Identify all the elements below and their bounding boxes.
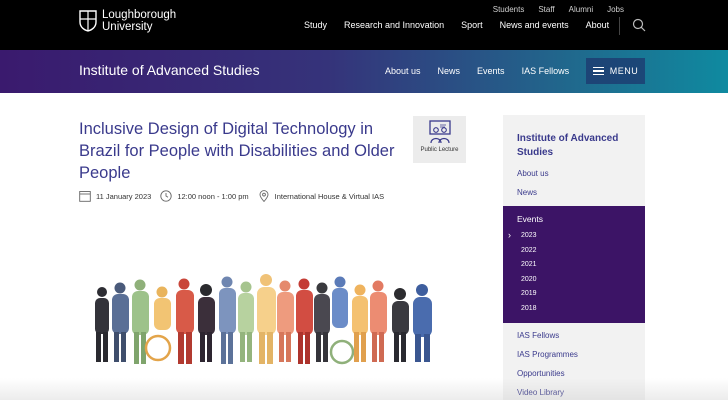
- person-figure-10: [277, 280, 294, 362]
- event-meta: 11 January 2023 12:00 noon - 1:00 pm Int…: [79, 190, 393, 202]
- lecture-icon: [428, 120, 451, 144]
- person-figure-6: [198, 284, 215, 362]
- sidebar-year-2023[interactable]: 2023: [521, 232, 537, 239]
- sidebar-year-2022[interactable]: 2022: [521, 247, 537, 254]
- utility-link-alumni[interactable]: Alumni: [569, 5, 593, 14]
- event-time-text: 12:00 noon - 1:00 pm: [177, 191, 249, 201]
- sidebar-item-ias-programmes[interactable]: IAS Programmes: [517, 350, 578, 359]
- shield-icon: [79, 10, 97, 32]
- utility-link-staff[interactable]: Staff: [538, 5, 554, 14]
- event-date: 11 January 2023: [79, 190, 151, 202]
- event-type-badge: Public Lecture: [413, 116, 466, 163]
- search-icon[interactable]: [632, 18, 646, 32]
- section-sidebar: Institute of Advanced Studies About us N…: [503, 115, 645, 400]
- menu-label: MENU: [609, 66, 639, 76]
- sidebar-events-group: Events › 2023 2022 2021 2020 2019 2018: [503, 206, 645, 323]
- person-figure-15: [370, 280, 387, 362]
- sidebar-item-about-us[interactable]: About us: [517, 169, 549, 178]
- section-nav-events[interactable]: Events: [477, 66, 505, 76]
- sidebar-year-2018[interactable]: 2018: [521, 305, 537, 312]
- person-figure-16: [392, 288, 409, 362]
- person-figure-13: [329, 276, 355, 365]
- location-pin-icon: [259, 190, 269, 202]
- chevron-right-icon: ›: [508, 230, 511, 240]
- nav-news-and-events[interactable]: News and events: [500, 20, 569, 30]
- menu-button[interactable]: MENU: [586, 58, 645, 84]
- sidebar-title[interactable]: Institute of Advanced Studies: [517, 132, 637, 160]
- nav-sport[interactable]: Sport: [461, 20, 483, 30]
- person-figure-17: [413, 284, 432, 362]
- person-figure-14: [352, 284, 368, 362]
- nav-research-and-innovation[interactable]: Research and Innovation: [344, 20, 444, 30]
- badge-label: Public Lecture: [420, 147, 459, 153]
- sidebar-item-opportunities[interactable]: Opportunities: [517, 369, 565, 378]
- hamburger-icon: [592, 67, 604, 75]
- utility-link-students[interactable]: Students: [493, 5, 525, 14]
- event-time: 12:00 noon - 1:00 pm: [160, 190, 249, 202]
- section-navigation: About us News Events IAS Fellows: [385, 66, 586, 76]
- person-figure-9: [257, 274, 276, 364]
- university-logo[interactable]: Loughborough University: [79, 9, 176, 33]
- logo-line-1: Loughborough: [102, 9, 177, 21]
- sidebar-year-2020[interactable]: 2020: [521, 276, 537, 283]
- person-figure-7: [219, 276, 236, 364]
- person-figure-2: [112, 282, 129, 362]
- logo-line-2: University: [102, 21, 153, 33]
- calendar-icon: [79, 191, 91, 202]
- utility-link-jobs[interactable]: Jobs: [607, 5, 624, 14]
- section-nav-about-us[interactable]: About us: [385, 66, 421, 76]
- section-nav-ias-fellows[interactable]: IAS Fellows: [522, 66, 570, 76]
- nav-divider: [619, 17, 620, 35]
- sidebar-item-video-library[interactable]: Video Library: [517, 388, 564, 397]
- event-location: International House & Virtual IAS: [258, 190, 385, 202]
- clock-icon: [160, 190, 172, 202]
- people-illustration: [95, 274, 432, 365]
- sidebar-item-ias-fellows[interactable]: IAS Fellows: [517, 331, 559, 340]
- person-figure-8: [238, 281, 254, 362]
- section-title[interactable]: Institute of Advanced Studies: [79, 62, 260, 78]
- event-date-text: 11 January 2023: [96, 191, 152, 201]
- person-figure-12: [314, 282, 330, 362]
- sidebar-item-events[interactable]: Events: [517, 214, 543, 224]
- person-figure-5: [176, 278, 194, 364]
- section-nav-news[interactable]: News: [438, 66, 461, 76]
- nav-study[interactable]: Study: [304, 20, 327, 30]
- person-figure-4: [144, 286, 172, 362]
- global-header: Loughborough University Students Staff A…: [0, 0, 728, 50]
- person-figure-11: [296, 278, 313, 364]
- nav-about[interactable]: About: [586, 20, 610, 30]
- person-figure-1: [95, 287, 109, 362]
- sidebar-year-2021[interactable]: 2021: [521, 261, 537, 268]
- sidebar-item-news[interactable]: News: [517, 188, 537, 197]
- main-navigation: Study Research and Innovation Sport News…: [304, 20, 626, 30]
- sidebar-year-2019[interactable]: 2019: [521, 290, 537, 297]
- utility-links: Students Staff Alumni Jobs: [479, 5, 624, 14]
- section-header: Institute of Advanced Studies About us N…: [0, 50, 728, 93]
- event-location-text: International House & Virtual IAS: [274, 191, 385, 201]
- event-title: Inclusive Design of Digital Technology i…: [79, 120, 395, 182]
